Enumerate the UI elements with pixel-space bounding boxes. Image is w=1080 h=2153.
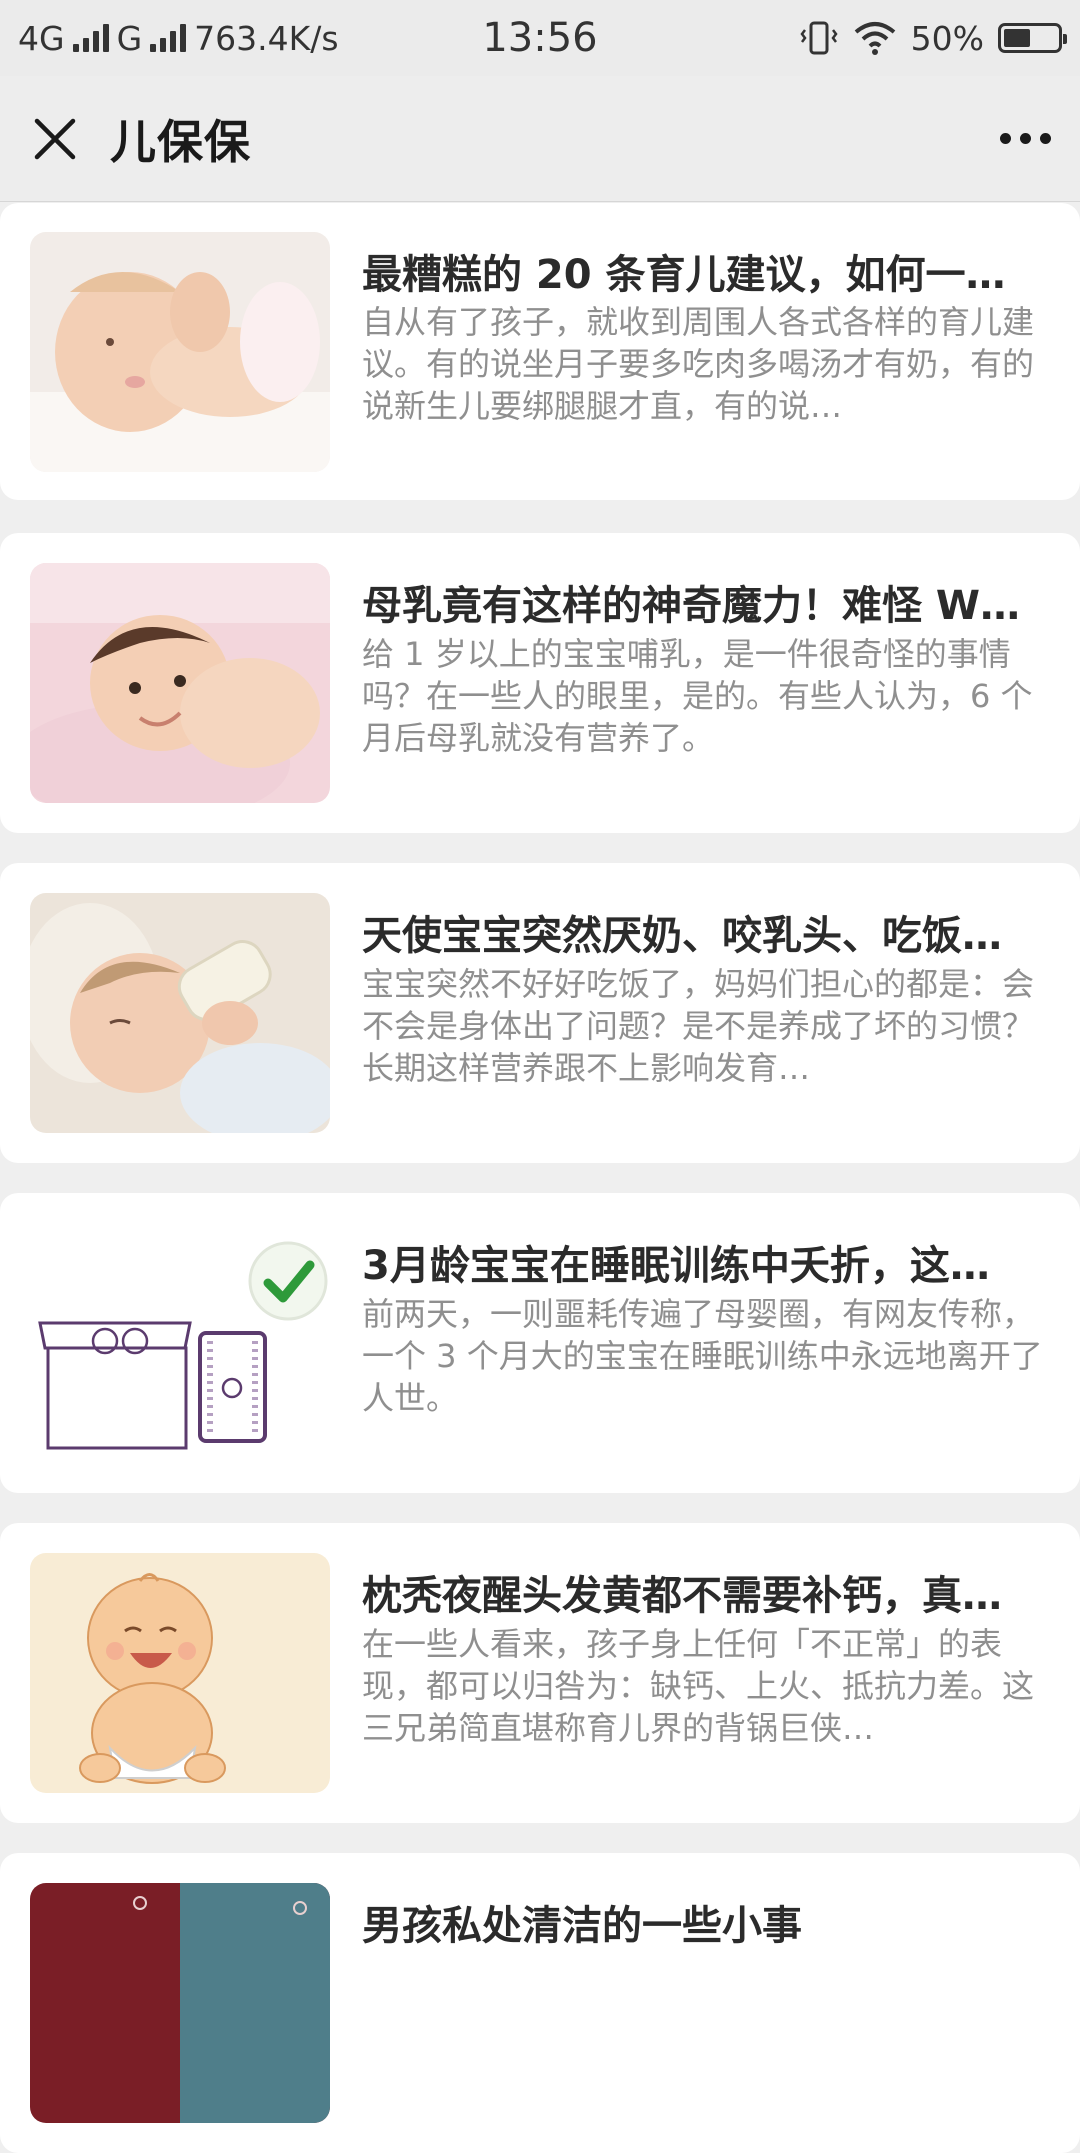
status-right: 50% bbox=[642, 18, 1067, 58]
status-bar: 4G G 763.4K/s 13:56 50% bbox=[0, 0, 1080, 76]
cartoon-baby-illustration bbox=[30, 1553, 330, 1793]
header: 儿保保 bbox=[0, 76, 1080, 202]
clock: 13:56 bbox=[482, 15, 598, 61]
status-left: 4G G 763.4K/s bbox=[18, 19, 438, 58]
network-type-1: 4G bbox=[18, 18, 65, 58]
network-speed: 763.4K/s bbox=[194, 18, 339, 58]
close-button[interactable] bbox=[0, 76, 110, 202]
more-button[interactable] bbox=[970, 76, 1080, 202]
article-title: 男孩私处清洁的一些小事 bbox=[362, 1903, 802, 1949]
article-excerpt: 给 1 岁以上的宝宝哺乳，是一件很奇怪的事情吗？在一些人的眼里，是的。有些人认为… bbox=[362, 635, 1033, 757]
vibrate-icon bbox=[800, 21, 838, 55]
article-title: 枕秃夜醒头发黄都不需要补钙，真… bbox=[362, 1573, 1002, 1619]
article-excerpt: 自从有了孩子，就收到周围人各式各样的育儿建议。有的说坐月子要多吃肉多喝汤才有奶，… bbox=[362, 303, 1035, 425]
article-card[interactable]: 最糟糕的 20 条育儿建议，如何一… 自从有了孩子，就收到周围人各式各样的育儿建… bbox=[0, 203, 1080, 500]
baby-lying-feet-image bbox=[30, 232, 330, 472]
more-dot-icon bbox=[1019, 133, 1031, 144]
wifi-icon bbox=[854, 22, 895, 55]
article-title: 3月龄宝宝在睡眠训练中夭折，这… bbox=[362, 1243, 990, 1289]
baby-smiling-image bbox=[30, 563, 330, 803]
article-excerpt: 前两天，一则噩耗传遍了母婴圈，有网友传称，一个 3 个月大的宝宝在睡眠训练中永远… bbox=[362, 1295, 1043, 1417]
article-card[interactable]: 枕秃夜醒头发黄都不需要补钙，真… 在一些人看来，孩子身上任何「不正常」的表现，都… bbox=[0, 1523, 1080, 1823]
article-title: 最糟糕的 20 条育儿建议，如何一… bbox=[362, 252, 1006, 298]
article-title: 母乳竟有这样的神奇魔力！难怪 W… bbox=[362, 583, 1021, 629]
network-type-2: G bbox=[116, 18, 143, 58]
baby-clothes-image bbox=[30, 1883, 330, 2123]
close-icon bbox=[34, 118, 76, 159]
bed-crib-illustration bbox=[30, 1223, 330, 1463]
article-card[interactable]: 母乳竟有这样的神奇魔力！难怪 W… 给 1 岁以上的宝宝哺乳，是一件很奇怪的事情… bbox=[0, 533, 1080, 833]
battery-level bbox=[1004, 29, 1030, 47]
article-card[interactable]: 男孩私处清洁的一些小事 bbox=[0, 1853, 1080, 2153]
battery-icon bbox=[998, 23, 1067, 53]
article-excerpt: 在一些人看来，孩子身上任何「不正常」的表现，都可以归咎为：缺钙、上火、抵抗力差。… bbox=[362, 1625, 1035, 1747]
article-card[interactable]: 3月龄宝宝在睡眠训练中夭折，这… 前两天，一则噩耗传遍了母婴圈，有网友传称，一个… bbox=[0, 1193, 1080, 1493]
article-card[interactable]: 天使宝宝突然厌奶、咬乳头、吃饭… 宝宝突然不好好吃饭了，妈妈们担心的都是：会不会… bbox=[0, 863, 1080, 1163]
battery-percent: 50% bbox=[910, 18, 984, 58]
signal-icon-2 bbox=[150, 24, 187, 52]
more-dot-icon bbox=[1039, 133, 1051, 144]
page-title: 儿保保 bbox=[110, 114, 251, 169]
baby-bottle-image bbox=[30, 893, 330, 1133]
article-title: 天使宝宝突然厌奶、咬乳头、吃饭… bbox=[362, 913, 1002, 959]
more-dot-icon bbox=[999, 133, 1011, 144]
article-excerpt: 宝宝突然不好好吃饭了，妈妈们担心的都是：会不会是身体出了问题？是不是养成了坏的习… bbox=[362, 965, 1035, 1087]
signal-icon bbox=[72, 24, 109, 52]
